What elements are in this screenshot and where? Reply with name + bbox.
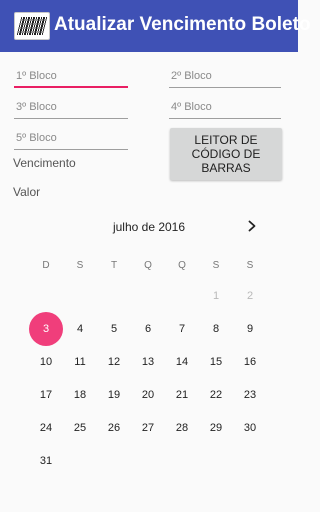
calendar-day[interactable]: 20 [131,385,165,405]
chevron-right-icon [248,220,256,232]
selected-day[interactable]: 3 [29,312,63,346]
calendar-day[interactable]: 11 [63,352,97,372]
calendar-day[interactable]: 28 [165,418,199,438]
block2-field[interactable] [169,66,281,88]
calendar-day[interactable]: 23 [233,385,267,405]
calendar-day[interactable]: 26 [97,418,131,438]
block1-input[interactable] [14,66,128,86]
calendar-day[interactable]: 6 [131,319,165,339]
calendar-day[interactable]: 21 [165,385,199,405]
calendar-day[interactable]: 25 [63,418,97,438]
weekday-header: S [246,260,254,271]
calendar-day[interactable]: 30 [233,418,267,438]
app-bar: Atualizar Vencimento Boleto [0,0,311,52]
calendar-day[interactable]: 16 [233,352,267,372]
block3-input[interactable] [14,97,128,117]
calendar-day[interactable]: 18 [63,385,97,405]
block4-field[interactable] [169,97,281,119]
calendar-day[interactable]: 17 [29,385,63,405]
due-date-label: Vencimento [13,156,76,170]
next-month-button[interactable] [242,216,262,236]
barcode-reader-button[interactable]: LEITOR DE CÓDIGO DE BARRAS [170,128,282,180]
calendar-day[interactable]: 8 [199,319,233,339]
weekday-header: S [76,260,84,271]
weekday-header: T [110,260,118,271]
calendar-day[interactable]: 12 [97,352,131,372]
calendar-day[interactable]: 31 [29,451,63,471]
block3-field[interactable] [14,97,128,119]
calendar-day[interactable]: 7 [165,319,199,339]
weekday-header: S [212,260,220,271]
calendar-day[interactable]: 29 [199,418,233,438]
block2-input[interactable] [169,66,281,86]
weekday-header: D [42,260,50,271]
calendar-day[interactable]: 27 [131,418,165,438]
value-label: Valor [13,185,41,199]
block1-field[interactable] [14,66,128,88]
calendar-day[interactable]: 5 [97,319,131,339]
calendar-day[interactable]: 19 [97,385,131,405]
weekday-header: Q [144,260,152,271]
block5-input[interactable] [14,128,128,148]
page-title: Atualizar Vencimento Boleto [54,14,311,35]
calendar-day[interactable]: 13 [131,352,165,372]
calendar-day[interactable]: 24 [29,418,63,438]
weekday-header: Q [178,260,186,271]
calendar-day: 1 [212,290,220,302]
calendar-day: 2 [246,290,254,302]
calendar-day[interactable]: 22 [199,385,233,405]
calendar-day[interactable]: 4 [63,319,97,339]
calendar-day[interactable]: 10 [29,352,63,372]
calendar-day[interactable]: 9 [233,319,267,339]
block5-field[interactable] [14,128,128,150]
barcode-icon [14,12,50,40]
calendar-day[interactable]: 15 [199,352,233,372]
block4-input[interactable] [169,97,281,117]
calendar-day[interactable]: 14 [165,352,199,372]
